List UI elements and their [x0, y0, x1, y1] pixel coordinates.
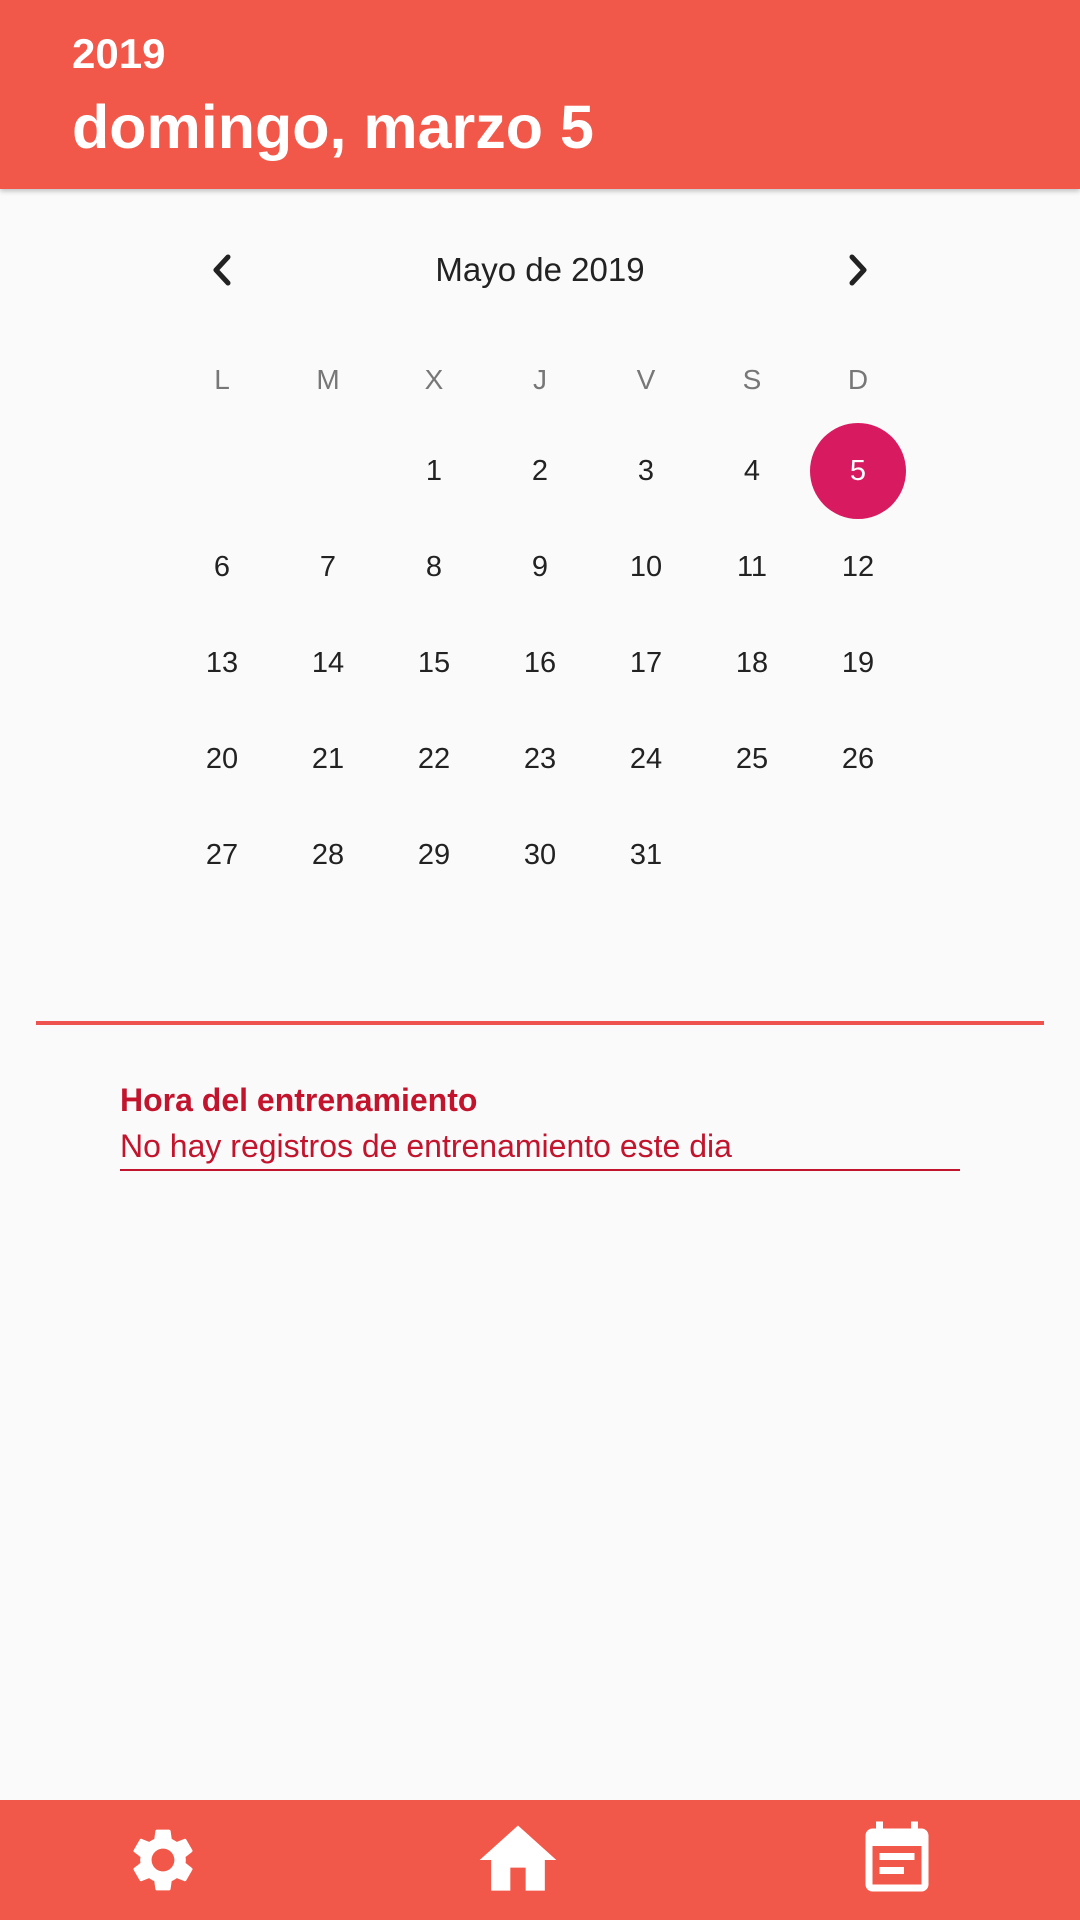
calendar-icon — [865, 1821, 929, 1892]
weekday-label: V — [636, 364, 656, 395]
weekday-label: X — [424, 364, 444, 395]
calendar-day[interactable]: 30 — [492, 807, 588, 903]
calendar-day[interactable]: 26 — [810, 711, 906, 807]
calendar-day[interactable]: 19 — [810, 615, 906, 711]
calendar-day[interactable]: 16 — [492, 615, 588, 711]
calendar-day[interactable]: 7 — [280, 519, 376, 615]
calendar-day[interactable]: 15 — [386, 615, 482, 711]
calendar-day[interactable]: 8 — [386, 519, 482, 615]
weekday-label: L — [214, 364, 230, 395]
app-header: 2019 domingo, marzo 5 — [0, 0, 1080, 189]
calendar-day-selected[interactable]: 5 — [810, 423, 906, 519]
gear-icon — [133, 1829, 193, 1891]
calendar-day[interactable]: 6 — [174, 519, 270, 615]
calendar-day[interactable]: 2 — [492, 423, 588, 519]
calendar-day[interactable]: 11 — [704, 519, 800, 615]
calendar-day[interactable]: 10 — [598, 519, 694, 615]
calendar-day[interactable]: 17 — [598, 615, 694, 711]
calendar-day[interactable]: 28 — [280, 807, 376, 903]
calendar-day[interactable]: 31 — [598, 807, 694, 903]
weekday-label: S — [742, 364, 762, 395]
calendar-button[interactable] — [837, 1800, 957, 1920]
calendar-day[interactable]: 21 — [280, 711, 376, 807]
chevron-right-icon — [849, 254, 867, 286]
calendar-day[interactable]: 3 — [598, 423, 694, 519]
selected-year[interactable]: 2019 — [72, 28, 165, 80]
next-month-button[interactable] — [828, 240, 888, 300]
settings-button[interactable] — [103, 1800, 223, 1920]
calendar-day[interactable]: 25 — [704, 711, 800, 807]
home-button[interactable] — [458, 1800, 578, 1920]
calendar-day[interactable]: 27 — [174, 807, 270, 903]
calendar-day[interactable]: 13 — [174, 615, 270, 711]
calendar-day[interactable]: 18 — [704, 615, 800, 711]
prev-month-button[interactable] — [192, 240, 252, 300]
bottom-navigation — [0, 1800, 1080, 1920]
calendar-day[interactable]: 12 — [810, 519, 906, 615]
calendar-day[interactable]: 14 — [280, 615, 376, 711]
section-divider — [36, 1021, 1044, 1025]
calendar-day[interactable]: 23 — [492, 711, 588, 807]
calendar-day[interactable]: 24 — [598, 711, 694, 807]
calendar-day[interactable]: 4 — [704, 423, 800, 519]
calendar-day[interactable]: 22 — [386, 711, 482, 807]
home-icon — [479, 1825, 557, 1891]
weekday-label: M — [316, 364, 340, 395]
calendar-day[interactable]: 1 — [386, 423, 482, 519]
calendar-day[interactable]: 9 — [492, 519, 588, 615]
training-time-field[interactable]: No hay registros de entrenamiento este d… — [120, 1125, 960, 1171]
training-time-label: Hora del entrenamiento — [120, 1082, 478, 1118]
chevron-left-icon — [213, 254, 231, 286]
weekday-label: J — [533, 364, 547, 395]
selected-date[interactable]: domingo, marzo 5 — [72, 90, 594, 164]
month-title: Mayo de 2019 — [435, 251, 645, 288]
calendar-day[interactable]: 29 — [386, 807, 482, 903]
calendar-day[interactable]: 20 — [174, 711, 270, 807]
weekday-label: D — [847, 364, 869, 395]
